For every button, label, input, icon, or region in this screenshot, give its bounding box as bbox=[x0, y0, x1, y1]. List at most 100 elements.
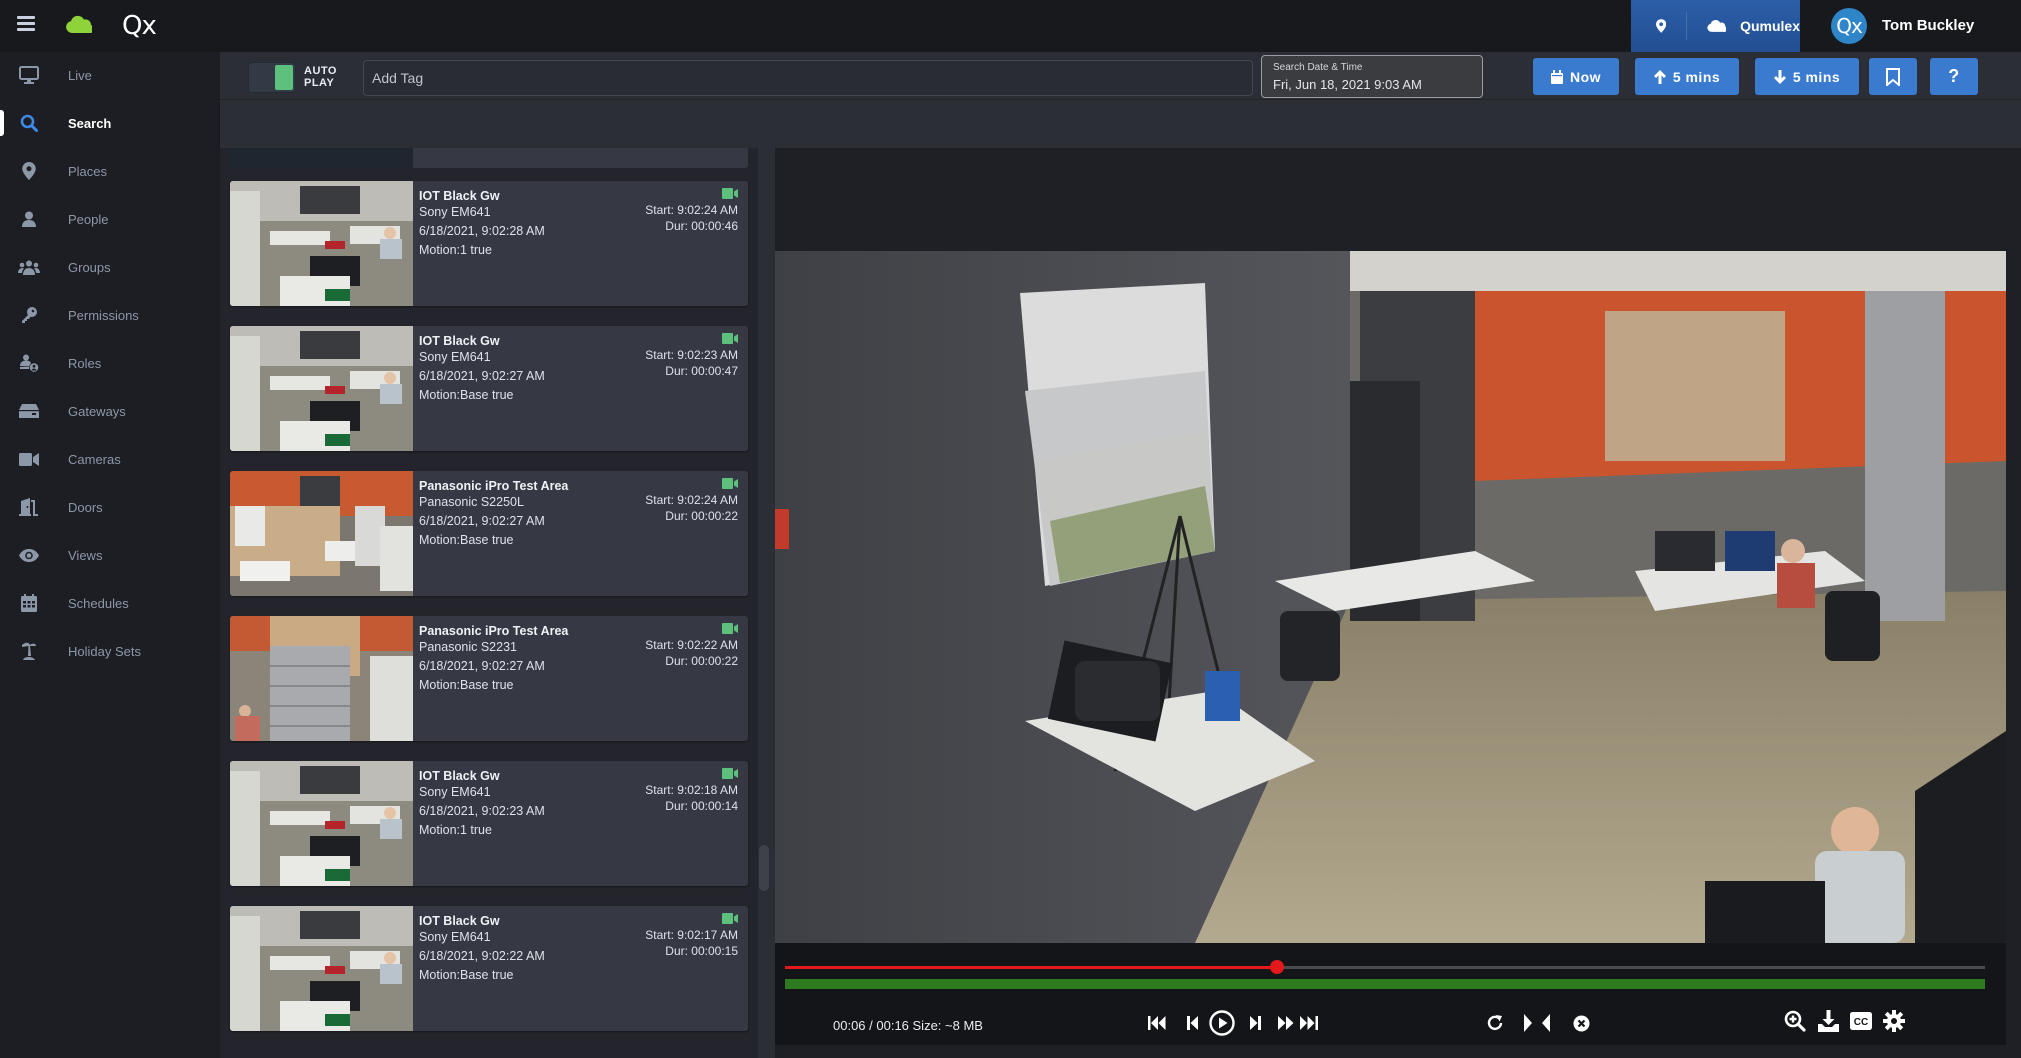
sidebar-item-cameras[interactable]: Cameras bbox=[0, 439, 220, 479]
fast-forward-icon bbox=[1278, 1016, 1294, 1030]
video-frame[interactable] bbox=[775, 251, 2006, 943]
sidebar-item-live[interactable]: Live bbox=[0, 55, 220, 95]
time-size-readout: 00:06 / 00:16 Size: ~8 MB bbox=[833, 1018, 983, 1033]
event-camera-model: Sony EM641 bbox=[419, 205, 491, 219]
download-button[interactable] bbox=[1815, 1008, 1841, 1034]
sidebar-nav: Live Search Places People Groups Permiss… bbox=[0, 52, 220, 1058]
scrollbar-track[interactable] bbox=[758, 148, 775, 1058]
sidebar-item-schedules[interactable]: Schedules bbox=[0, 583, 220, 623]
sidebar-item-label: Permissions bbox=[68, 307, 139, 323]
settings-button[interactable] bbox=[1881, 1008, 1907, 1034]
help-button[interactable]: ? bbox=[1930, 58, 1978, 95]
sidebar-item-views[interactable]: Views bbox=[0, 535, 220, 575]
zoom-in-icon bbox=[1784, 1010, 1806, 1032]
skip-to-start-button[interactable] bbox=[1145, 1011, 1169, 1035]
sidebar-item-label: Cameras bbox=[68, 451, 121, 467]
sidebar-item-search[interactable]: Search bbox=[0, 103, 220, 143]
event-duration: Dur: 00:00:15 bbox=[665, 944, 738, 958]
progress-fill bbox=[785, 966, 1277, 969]
sidebar-item-roles[interactable]: Roles bbox=[0, 343, 220, 383]
event-camera-name: IOT Black Gw bbox=[419, 189, 500, 203]
menu-icon[interactable] bbox=[17, 16, 35, 32]
event-duration: Dur: 00:00:22 bbox=[665, 509, 738, 523]
arrow-down-icon bbox=[1773, 69, 1786, 84]
sidebar-item-groups[interactable]: Groups bbox=[0, 247, 220, 287]
sidebar-item-permissions[interactable]: Permissions bbox=[0, 295, 220, 335]
event-card[interactable]: IOT Black Gw Sony EM641 6/18/2021, 9:02:28… bbox=[230, 181, 748, 306]
avatar[interactable]: Qx bbox=[1831, 8, 1867, 44]
video-player: 00:06 / 00:16 Size: ~8 MB CC bbox=[775, 148, 2021, 1058]
event-card-partial[interactable] bbox=[230, 148, 748, 168]
skip-to-end-button[interactable] bbox=[1297, 1011, 1321, 1035]
video-camera-icon bbox=[722, 623, 738, 634]
sidebar-item-holiday-sets[interactable]: Holiday Sets bbox=[0, 631, 220, 671]
sidebar-item-label: Holiday Sets bbox=[68, 643, 141, 659]
event-timestamp: 6/18/2021, 9:02:28 AM bbox=[419, 224, 545, 238]
play-button[interactable] bbox=[1207, 1008, 1237, 1038]
now-button[interactable]: Now bbox=[1533, 58, 1619, 95]
arrow-up-icon bbox=[1653, 69, 1666, 84]
forward-5-mins-label: 5 mins bbox=[1792, 68, 1841, 85]
search-icon bbox=[18, 112, 40, 134]
sidebar-item-label: Roles bbox=[68, 355, 102, 371]
svg-text:CC: CC bbox=[1854, 1017, 1868, 1028]
skip-to-end-icon bbox=[1300, 1016, 1318, 1030]
gateway-icon bbox=[18, 400, 40, 422]
event-camera-model: Sony EM641 bbox=[419, 350, 491, 364]
key-icon bbox=[18, 304, 40, 326]
zoom-button[interactable] bbox=[1782, 1008, 1808, 1034]
sidebar-item-label: Schedules bbox=[68, 595, 129, 611]
forward-5-mins-button[interactable]: 5 mins bbox=[1755, 58, 1859, 95]
next-frame-button[interactable] bbox=[1245, 1011, 1265, 1035]
bookmark-button[interactable] bbox=[1869, 58, 1917, 95]
event-duration: Dur: 00:00:14 bbox=[665, 799, 738, 813]
map-pin-icon bbox=[1656, 19, 1667, 33]
event-card[interactable]: Panasonic iPro Test Area Panasonic S2250L… bbox=[230, 471, 748, 596]
event-camera-name: IOT Black Gw bbox=[419, 914, 500, 928]
sidebar-item-gateways[interactable]: Gateways bbox=[0, 391, 220, 431]
fast-forward-button[interactable] bbox=[1275, 1011, 1297, 1035]
video-camera-icon bbox=[722, 188, 738, 199]
clear-button[interactable] bbox=[1569, 1011, 1593, 1035]
event-trigger: Motion:1 true bbox=[419, 823, 492, 837]
sidebar-item-label: People bbox=[68, 211, 109, 227]
event-card[interactable]: IOT Black Gw Sony EM641 6/18/2021, 9:02:27… bbox=[230, 326, 748, 451]
sidebar-item-doors[interactable]: Doors bbox=[0, 487, 220, 527]
event-card[interactable]: IOT Black Gw Sony EM641 6/18/2021, 9:02:22… bbox=[230, 906, 748, 1031]
sidebar-item-label: Doors bbox=[68, 499, 103, 515]
trim-marker-button[interactable] bbox=[1517, 1011, 1557, 1035]
date-field-value: Fri, Jun 18, 2021 9:03 AM bbox=[1273, 77, 1422, 92]
event-card[interactable]: IOT Black Gw Sony EM641 6/18/2021, 9:02:23… bbox=[230, 761, 748, 886]
event-timestamp: 6/18/2021, 9:02:27 AM bbox=[419, 659, 545, 673]
event-camera-name: IOT Black Gw bbox=[419, 769, 500, 783]
video-camera-icon bbox=[722, 333, 738, 344]
app-logo[interactable]: Qx bbox=[122, 11, 157, 41]
event-trigger: Motion:Base true bbox=[419, 968, 514, 982]
progress-slider[interactable] bbox=[785, 960, 1985, 974]
captions-button[interactable]: CC bbox=[1848, 1008, 1874, 1034]
event-card[interactable]: Panasonic iPro Test Area Panasonic S2231 6… bbox=[230, 616, 748, 741]
sidebar-item-places[interactable]: Places bbox=[0, 151, 220, 191]
autoplay-toggle[interactable] bbox=[248, 62, 296, 93]
event-trigger: Motion:Base true bbox=[419, 388, 514, 402]
replay-button[interactable] bbox=[1483, 1011, 1507, 1035]
event-thumbnail bbox=[230, 906, 413, 1031]
sidebar-item-people[interactable]: People bbox=[0, 199, 220, 239]
eye-icon bbox=[18, 544, 40, 566]
scrollbar-thumb[interactable] bbox=[759, 845, 769, 891]
event-camera-model: Panasonic S2250L bbox=[419, 495, 524, 509]
progress-handle[interactable] bbox=[1270, 960, 1284, 974]
sidebar-item-label: Live bbox=[68, 67, 92, 83]
event-start-time: Start: 9:02:22 AM bbox=[645, 638, 738, 652]
event-timestamp: 6/18/2021, 9:02:27 AM bbox=[419, 369, 545, 383]
map-pin-icon bbox=[18, 160, 40, 182]
user-name[interactable]: Tom Buckley bbox=[1882, 17, 1974, 34]
event-start-time: Start: 9:02:24 AM bbox=[645, 493, 738, 507]
event-camera-name: Panasonic iPro Test Area bbox=[419, 479, 569, 493]
org-selector[interactable]: Qumulex bbox=[1631, 0, 1800, 52]
previous-frame-button[interactable] bbox=[1182, 1011, 1202, 1035]
back-5-mins-button[interactable]: 5 mins bbox=[1635, 58, 1739, 95]
search-date-time-field[interactable]: Search Date & Time Fri, Jun 18, 2021 9:0… bbox=[1261, 55, 1483, 98]
add-tag-input[interactable] bbox=[363, 60, 1253, 96]
cloud-icon bbox=[1707, 20, 1727, 33]
